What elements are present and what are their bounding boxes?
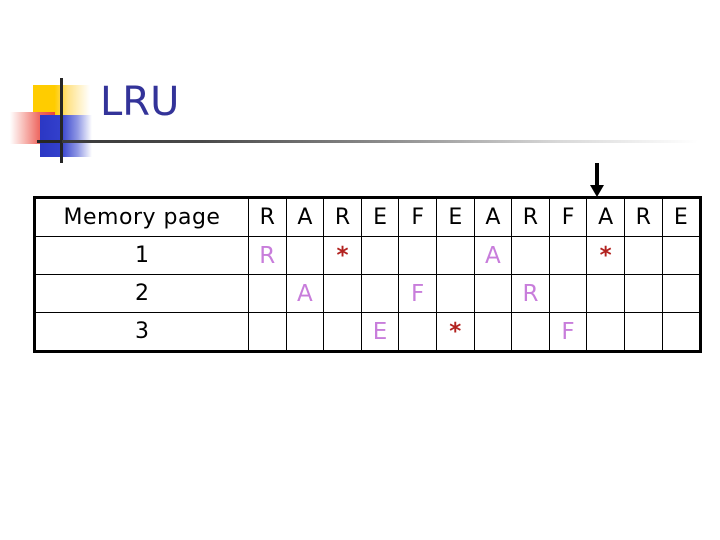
cell-r2-c9 [586,274,625,313]
cell-r2-c3 [360,274,400,313]
page-title: LRU [100,79,180,125]
sequence-header-1: A [285,196,325,237]
cell-r1-c0: R [248,236,287,275]
cell-r3-c5: * [435,312,475,353]
cell-r3-c1 [285,312,325,353]
cell-r1-c7 [511,236,550,275]
cell-r3-c6 [473,312,513,353]
row-label-3: 3 [33,312,249,353]
table-row: 1 R * A * [33,236,703,275]
cell-r1-c4 [398,236,437,275]
cell-r1-c5 [435,236,475,275]
sequence-header-6: A [473,196,513,237]
cell-r2-c4: F [398,274,437,313]
cell-r1-c11 [661,236,703,275]
cell-r3-c4 [398,312,437,353]
sequence-header-3: E [360,196,400,237]
cell-r3-c2 [323,312,362,353]
cell-r1-c1 [285,236,325,275]
cell-r1-c6: A [473,236,513,275]
table-header-row: Memory page R A R E F E A R F A R E [33,196,703,237]
sequence-header-8: F [548,196,588,237]
cell-r3-c8: F [548,312,588,353]
cell-r2-c11 [661,274,703,313]
title-underline [62,140,698,143]
cell-r1-c2: * [323,236,362,275]
vertical-line-decoration [60,78,63,163]
cell-r3-c9 [586,312,625,353]
cell-r2-c2 [323,274,362,313]
cell-r1-c10 [623,236,663,275]
cell-r2-c10 [623,274,663,313]
sequence-header-9: A [586,196,625,237]
blue-square-decoration [40,115,92,157]
cell-r3-c10 [623,312,663,353]
cell-r3-c3: E [360,312,400,353]
sequence-header-11: E [661,196,703,237]
cell-r1-c9: * [586,236,625,275]
cell-r2-c7: R [511,274,550,313]
cell-r2-c5 [435,274,475,313]
sequence-header-0: R [248,196,287,237]
sequence-header-5: E [435,196,475,237]
cell-r3-c11 [661,312,703,353]
cell-r1-c8 [548,236,588,275]
cell-r1-c3 [360,236,400,275]
cell-r2-c6 [473,274,513,313]
sequence-header-4: F [398,196,437,237]
cell-r2-c1: A [285,274,325,313]
sequence-header-7: R [511,196,550,237]
sequence-header-2: R [323,196,362,237]
row-label-2: 2 [33,274,249,313]
row-label-1: 1 [33,236,249,275]
cell-r2-c8 [548,274,588,313]
sequence-header-10: R [623,196,663,237]
down-arrow-icon [590,163,604,197]
cell-r2-c0 [248,274,287,313]
lru-reference-table: Memory page R A R E F E A R F A R E 1 R … [33,196,703,353]
slide-title-area: LRU [0,0,720,180]
cell-r3-c0 [248,312,287,353]
table-row: 2 A F R [33,274,703,313]
cell-r3-c7 [511,312,550,353]
column-header-memory-page: Memory page [33,196,249,237]
table-row: 3 E * F [33,312,703,353]
